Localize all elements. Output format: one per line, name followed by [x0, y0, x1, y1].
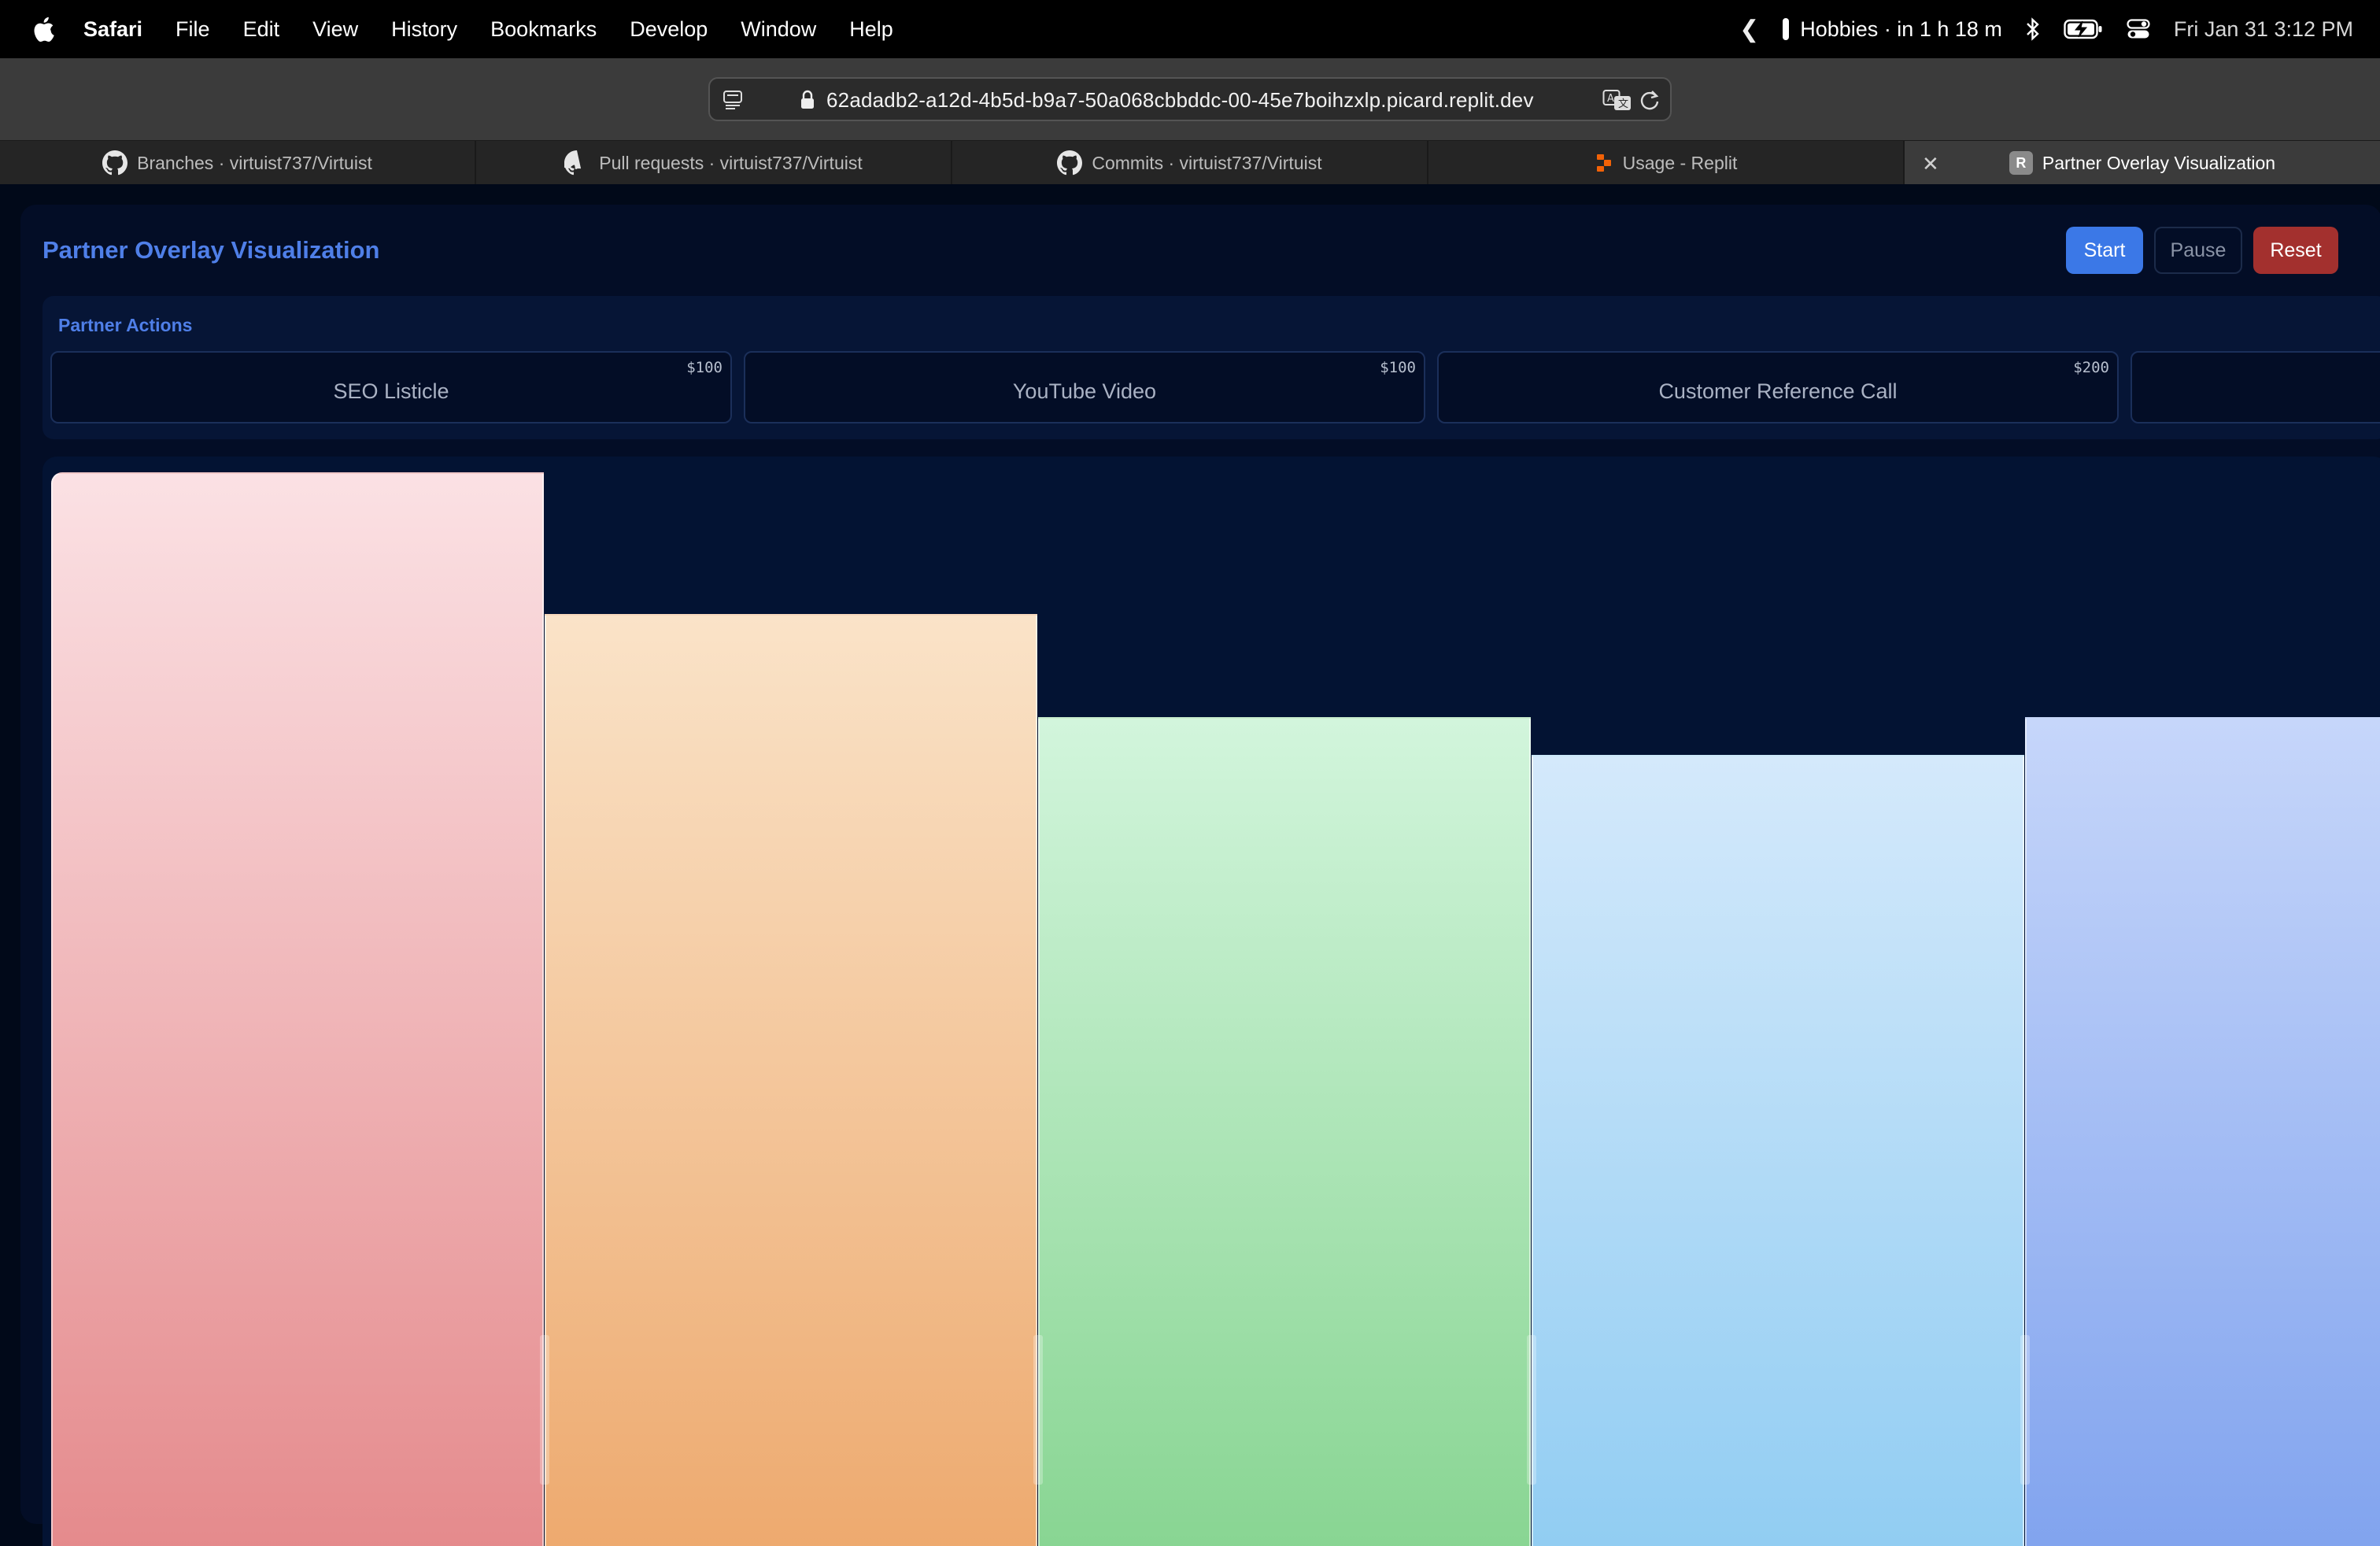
tab-badge: R — [2009, 151, 2033, 175]
replit-icon — [1595, 153, 1613, 172]
menu-bar: Safari File Edit View History Bookmarks … — [0, 0, 2380, 58]
action-card-seo-listicle[interactable]: $100 SEO Listicle — [50, 351, 732, 423]
page-title: Partner Overlay Visualization — [42, 236, 380, 264]
menu-history[interactable]: History — [391, 17, 457, 42]
menu-view[interactable]: View — [312, 17, 358, 42]
action-card-youtube-video[interactable]: $100 YouTube Video — [744, 351, 1425, 423]
action-card-customer-reference-call[interactable]: $200 Customer Reference Call — [1437, 351, 2119, 423]
reload-icon[interactable] — [1639, 88, 1661, 117]
bluetooth-icon[interactable] — [2026, 17, 2040, 41]
tab-label: Usage - Replit — [1622, 152, 1738, 173]
action-price: $100 — [686, 359, 722, 376]
chevron-left-icon[interactable]: ❮ — [1739, 16, 1759, 43]
r-badge-icon: R — [2009, 151, 2033, 175]
tab-pull-requests[interactable]: Pull requests · virtuist737/Virtuist — [476, 141, 952, 185]
resize-handle[interactable] — [1033, 1335, 1043, 1485]
menu-bookmarks[interactable]: Bookmarks — [490, 17, 597, 42]
address-bar[interactable]: 62adadb2-a12d-4b5d-b9a7-50a068cbbddc-00-… — [708, 77, 1672, 121]
tab-label: Pull requests · virtuist737/Virtuist — [599, 152, 863, 173]
tab-branches[interactable]: Branches · virtuist737/Virtuist — [0, 141, 476, 185]
action-price: $100 — [1380, 359, 1416, 376]
tab-label: Commits · virtuist737/Virtuist — [1092, 152, 1322, 173]
partner-actions-section: Partner Actions $100 SEO Listicle $100 Y… — [42, 296, 2380, 439]
resize-handle[interactable] — [1527, 1335, 1536, 1485]
menu-app-safari[interactable]: Safari — [83, 17, 142, 42]
tab-label: Branches · virtuist737/Virtuist — [137, 152, 372, 173]
resize-handle[interactable] — [2020, 1335, 2030, 1485]
menu-help[interactable]: Help — [849, 17, 893, 42]
calendar-event[interactable]: Hobbies · in 1 h 18 m — [1783, 17, 2002, 42]
bar-4 — [1532, 755, 2024, 1546]
bar-1 — [51, 472, 544, 1546]
url-text[interactable]: 62adadb2-a12d-4b5d-b9a7-50a068cbbddc-00-… — [826, 88, 1534, 113]
menu-develop[interactable]: Develop — [630, 17, 708, 42]
github-icon — [102, 150, 128, 176]
status-area: ❮ Hobbies · in 1 h 18 m Fri Jan 31 3:12 … — [1716, 0, 2353, 58]
menu-window[interactable]: Window — [741, 17, 816, 42]
action-label: SEO Listicle — [333, 379, 449, 403]
translate-icon[interactable]: A文 — [1602, 88, 1632, 117]
apple-icon[interactable] — [31, 16, 55, 43]
event-color-bar — [1783, 18, 1790, 40]
bar-5 — [2025, 717, 2380, 1546]
browser-toolbar: 62adadb2-a12d-4b5d-b9a7-50a068cbbddc-00-… — [0, 58, 2380, 140]
github-icon — [564, 150, 589, 176]
tab-bar: Branches · virtuist737/Virtuist Pull req… — [0, 140, 2380, 185]
action-card-partial[interactable]: C — [2131, 351, 2380, 423]
tab-usage-replit[interactable]: Usage - Replit — [1428, 141, 1905, 185]
menu-clock[interactable]: Fri Jan 31 3:12 PM — [2174, 17, 2353, 42]
page-menu-icon[interactable] — [722, 90, 743, 116]
action-price: $200 — [2073, 359, 2109, 376]
pause-button[interactable]: Pause — [2154, 227, 2242, 274]
github-icon — [1057, 150, 1083, 176]
bar-3 — [1038, 717, 1531, 1546]
tab-commits[interactable]: Commits · virtuist737/Virtuist — [952, 141, 1428, 185]
resize-handle[interactable] — [540, 1335, 549, 1485]
action-label: Customer Reference Call — [1658, 379, 1898, 403]
menu-file[interactable]: File — [176, 17, 210, 42]
section-title: Partner Actions — [58, 315, 193, 335]
calendar-event-label: Hobbies · in 1 h 18 m — [1800, 17, 2002, 41]
start-button[interactable]: Start — [2066, 227, 2143, 274]
tab-partner-overlay[interactable]: ✕ R Partner Overlay Visualization — [1905, 141, 2380, 185]
tab-label: Partner Overlay Visualization — [2042, 152, 2276, 173]
reset-button[interactable]: Reset — [2253, 227, 2338, 274]
svg-text:A: A — [1607, 93, 1614, 105]
bar-2 — [545, 614, 1037, 1546]
control-center-icon[interactable] — [2127, 19, 2150, 39]
page-viewport: Partner Overlay Visualization Start Paus… — [0, 184, 2380, 1546]
battery-charging-icon[interactable] — [2064, 19, 2103, 39]
close-icon[interactable]: ✕ — [1922, 152, 1939, 176]
lock-icon — [800, 90, 815, 116]
action-label: YouTube Video — [1012, 379, 1157, 403]
overlay-visualization — [42, 457, 2380, 1546]
app-panel: Partner Overlay Visualization Start Paus… — [20, 205, 2380, 1546]
svg-text:文: 文 — [1618, 98, 1628, 110]
menu-edit[interactable]: Edit — [243, 17, 280, 42]
